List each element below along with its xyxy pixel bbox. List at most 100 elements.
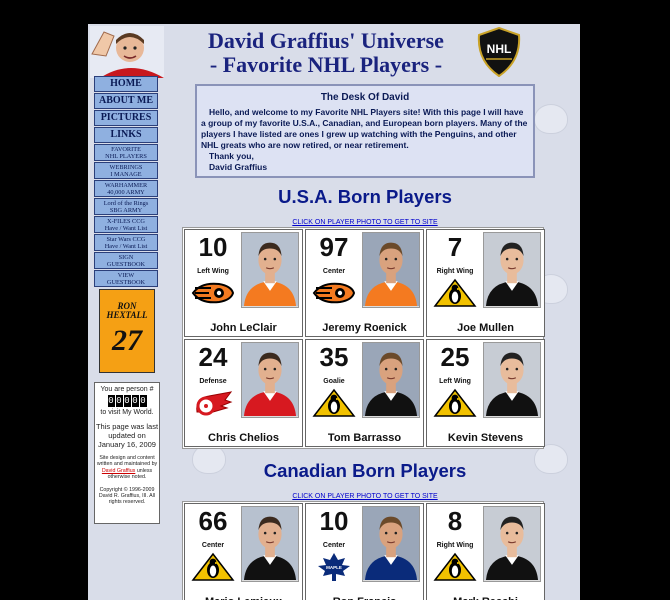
- player-card[interactable]: 35 Goalie Tom Barrasso: [305, 339, 424, 447]
- copyright: Copyright © 1996-2009 David R. Graffius,…: [98, 486, 156, 506]
- player-photo[interactable]: [241, 232, 299, 308]
- nav-pictures-button[interactable]: PICTURES: [94, 110, 158, 126]
- nav-starwars[interactable]: Star Wars CCG Have / Want List: [94, 234, 158, 251]
- penguins-logo-icon: [433, 388, 477, 418]
- player-position: Left Wing: [439, 378, 471, 385]
- visitor-counter-box: You are person # 0 0 0 0 0 to visit My W…: [94, 382, 160, 524]
- player-number: 10: [319, 506, 349, 536]
- penguins-logo-icon: [191, 552, 235, 582]
- flyers-logo-icon: [191, 278, 235, 308]
- hextall-name: RON HEXTALL: [106, 301, 148, 320]
- nav-webrings[interactable]: WEBRINGS I MANAGE: [94, 162, 158, 179]
- player-number: 8: [447, 506, 463, 536]
- hextall-badge[interactable]: RON HEXTALL 27: [99, 289, 155, 373]
- player-position: Right Wing: [436, 542, 474, 549]
- nav-label: Have / Want List: [104, 243, 148, 250]
- nhl-watermark-icon: [534, 104, 568, 134]
- player-position: Center: [322, 268, 346, 275]
- counter-suffix: to visit My World.: [100, 409, 154, 416]
- usa-player-grid: 10 Left Wing John LeClair 97 Center Jeremy Ro…: [182, 227, 545, 449]
- counter-digit: 0: [123, 395, 131, 407]
- player-card[interactable]: 24 Defense Chris Chelios: [184, 339, 303, 447]
- credit-pre: Site design and content written and main…: [96, 455, 158, 468]
- desk-signature: Thank you, David Graffius: [197, 151, 533, 173]
- page: David Graffius' Universe - Favorite NHL …: [88, 24, 580, 600]
- flyers-logo-icon: [312, 278, 356, 308]
- nav-xfiles[interactable]: X-FILES CCG Have / Want List: [94, 216, 158, 233]
- player-name: Jeremy Roenick: [322, 322, 407, 334]
- sidebar-nav: HOME ABOUT ME PICTURES LINKS FAVORITE NHL…: [94, 76, 158, 288]
- svg-text:NHL: NHL: [487, 42, 512, 56]
- player-number: 24: [198, 342, 228, 372]
- counter-prefix: You are person #: [100, 386, 154, 393]
- player-card[interactable]: 8 Right Wing Mark Recchi: [426, 503, 545, 600]
- nav-about-me-button[interactable]: ABOUT ME: [94, 93, 158, 109]
- nav-sign-guestbook[interactable]: SIGN GUESTBOOK: [94, 252, 158, 269]
- nav-label: Have / Want List: [104, 225, 148, 232]
- player-photo[interactable]: [362, 232, 420, 308]
- desk-sign-thanks: Thank you,: [209, 151, 254, 161]
- nav-links-button[interactable]: LINKS: [94, 127, 158, 143]
- player-photo[interactable]: [483, 232, 541, 308]
- nav-label: SIGN: [118, 253, 134, 261]
- player-photo[interactable]: [241, 342, 299, 418]
- nhl-logo-icon: NHL: [477, 27, 521, 77]
- player-photo[interactable]: [483, 342, 541, 418]
- page-title-line2: - Favorite NHL Players -: [209, 52, 443, 77]
- player-position: Center: [201, 542, 225, 549]
- counter-digit: 0: [107, 395, 115, 407]
- player-position: Defense: [199, 378, 227, 385]
- nav-label: Lord of the Rings: [103, 199, 149, 207]
- nav-favorite-nhl-players[interactable]: FAVORITE NHL PLAYERS: [94, 144, 158, 161]
- penguins-logo-icon: [433, 278, 477, 308]
- player-photo[interactable]: [362, 506, 420, 582]
- player-position: Right Wing: [436, 268, 474, 275]
- author-link[interactable]: David Graffius: [102, 468, 135, 474]
- nav-warhammer[interactable]: WARHAMMER 40,000 ARMY: [94, 180, 158, 197]
- player-card[interactable]: 25 Left Wing Kevin Stevens: [426, 339, 545, 447]
- counter-digit: 0: [139, 395, 147, 407]
- credit-text: Site design and content written and main…: [95, 455, 159, 481]
- author-photo: [90, 26, 164, 78]
- counter-digit: 0: [131, 395, 139, 407]
- desk-body: Hello, and welcome to my Favorite NHL Pl…: [197, 103, 533, 151]
- player-photo[interactable]: [362, 342, 420, 418]
- red-wings-logo-icon: [191, 388, 235, 418]
- player-photo[interactable]: [483, 506, 541, 582]
- player-number: 10: [198, 232, 228, 262]
- nav-label: FAVORITE: [111, 145, 141, 153]
- nav-view-guestbook[interactable]: VIEW GUESTBOOK: [94, 270, 158, 287]
- nav-label: GUESTBOOK: [106, 279, 146, 286]
- player-name: Chris Chelios: [208, 432, 279, 444]
- player-card[interactable]: 10 Left Wing John LeClair: [184, 229, 303, 337]
- player-card[interactable]: 66 Center Mario Lemieux: [184, 503, 303, 600]
- player-position: Center: [322, 542, 346, 549]
- nav-home-button[interactable]: HOME: [94, 76, 158, 92]
- counter-digit: 0: [115, 395, 123, 407]
- penguins-logo-icon: [312, 388, 356, 418]
- desk-body-text: Hello, and welcome to my Favorite NHL Pl…: [201, 107, 528, 150]
- player-number: 25: [440, 342, 470, 372]
- nav-label: WEBRINGS: [109, 163, 143, 171]
- player-card[interactable]: 7 Right Wing Joe Mullen: [426, 229, 545, 337]
- page-title-line1: David Graffius' Universe: [208, 28, 444, 53]
- desk-of-david: The Desk Of David Hello, and welcome to …: [195, 84, 535, 178]
- svg-text:MAPLE: MAPLE: [326, 565, 342, 570]
- penguins-logo-icon: [433, 552, 477, 582]
- usa-click-note[interactable]: CLICK ON PLAYER PHOTO TO GET TO SITE: [195, 219, 535, 226]
- last-updated: This page was last updated on January 16…: [95, 422, 159, 449]
- canada-section-title: Canadian Born Players: [263, 460, 467, 481]
- player-card[interactable]: 10 Center MAPLE Ron Francis: [305, 503, 424, 600]
- player-name: Mario Lemieux: [185, 596, 302, 600]
- visitor-counter: 0 0 0 0 0: [95, 395, 159, 407]
- maple-leafs-logo-icon: MAPLE: [312, 552, 356, 582]
- hextall-number: 27: [112, 324, 142, 357]
- player-photo[interactable]: [241, 506, 299, 582]
- player-card[interactable]: 97 Center Jeremy Roenick: [305, 229, 424, 337]
- player-name: Mark Recchi: [427, 596, 544, 600]
- canada-click-note[interactable]: CLICK ON PLAYER PHOTO TO GET TO SITE: [195, 493, 535, 500]
- nav-label: GUESTBOOK: [106, 261, 146, 268]
- nav-lotr[interactable]: Lord of the Rings SBG ARMY: [94, 198, 158, 215]
- player-position: Goalie: [323, 378, 345, 385]
- player-number: 66: [198, 506, 228, 536]
